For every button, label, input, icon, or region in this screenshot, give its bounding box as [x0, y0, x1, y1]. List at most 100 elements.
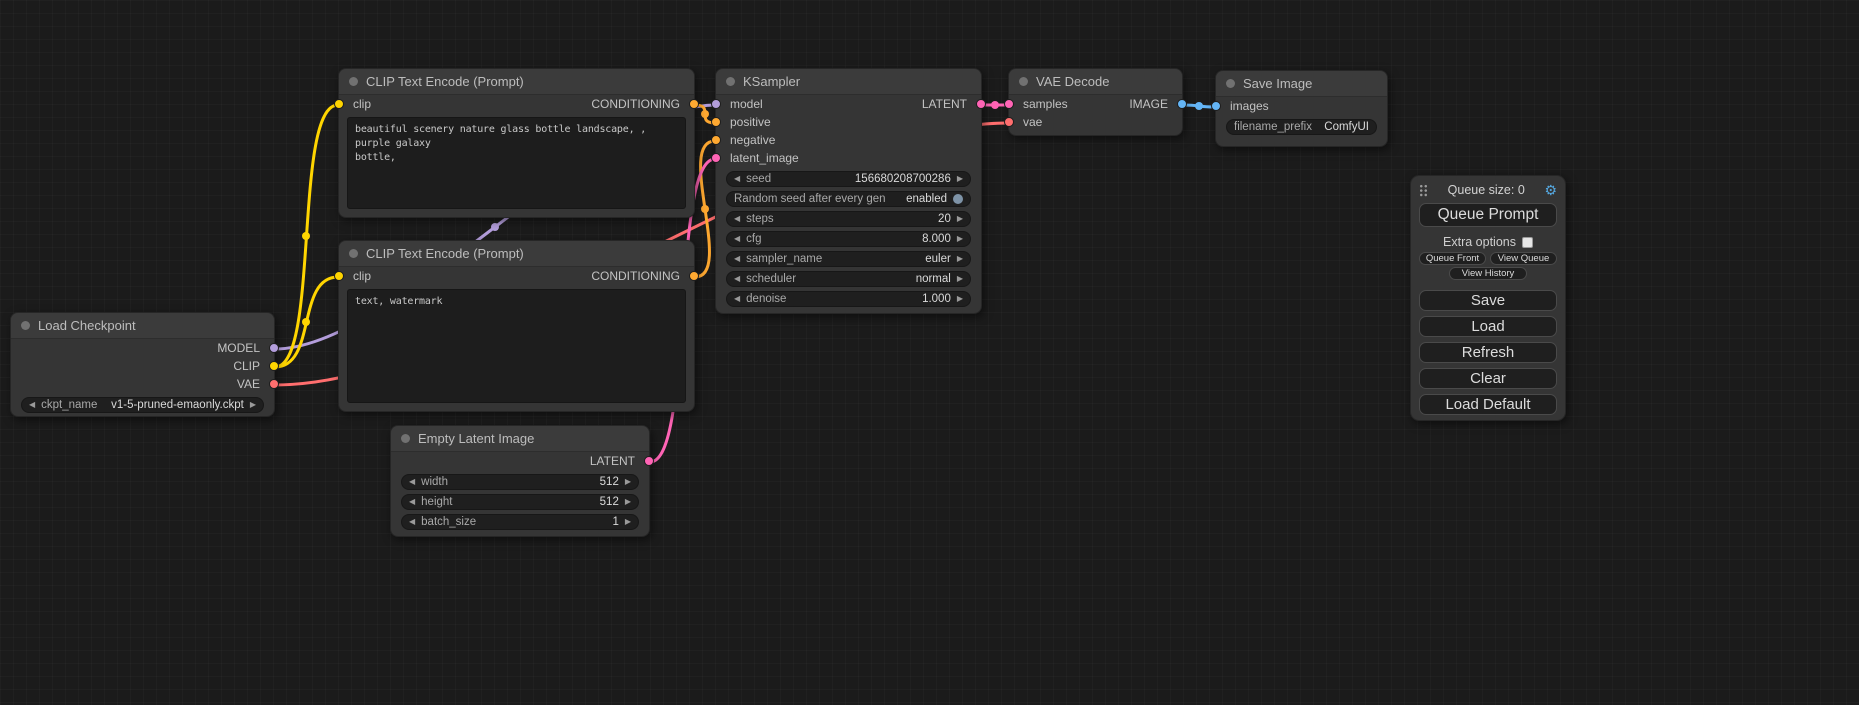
node-title-bar[interactable]: CLIP Text Encode (Prompt) — [339, 241, 694, 267]
denoise-widget[interactable]: ◀ denoise 1.000 ▶ — [726, 291, 971, 307]
collapse-dot-icon[interactable] — [726, 77, 735, 86]
height-widget[interactable]: ◀ height 512 ▶ — [401, 494, 639, 510]
conditioning-output-slot[interactable] — [689, 99, 699, 109]
slot-row: vae — [1009, 113, 1182, 131]
prompt-textarea[interactable]: beautiful scenery nature glass bottle la… — [347, 117, 686, 209]
view-queue-button[interactable]: View Queue — [1490, 252, 1557, 265]
node-title-bar[interactable]: Save Image — [1216, 71, 1387, 97]
positive-input-slot[interactable] — [711, 117, 721, 127]
scheduler-widget[interactable]: ◀ scheduler normal ▶ — [726, 271, 971, 287]
negative-input-slot[interactable] — [711, 135, 721, 145]
clip-output-slot[interactable] — [269, 361, 279, 371]
comfyui-canvas[interactable]: { "colors": { "MODEL": "#B39DDB", "CLIP"… — [0, 0, 1859, 705]
increment-icon[interactable]: ▶ — [957, 255, 963, 263]
increment-icon[interactable]: ▶ — [625, 478, 631, 486]
widget-value: 20 — [938, 213, 951, 225]
drag-handle-icon[interactable] — [1419, 184, 1428, 197]
node-title: VAE Decode — [1036, 74, 1109, 89]
refresh-button[interactable]: Refresh — [1419, 342, 1557, 363]
load-default-button[interactable]: Load Default — [1419, 394, 1557, 415]
decrement-icon[interactable]: ◀ — [409, 518, 415, 526]
collapse-dot-icon[interactable] — [349, 249, 358, 258]
clip-input-slot[interactable] — [334, 99, 344, 109]
width-widget[interactable]: ◀ width 512 ▶ — [401, 474, 639, 490]
toggle-dot-icon[interactable] — [953, 194, 963, 204]
conditioning-output-slot[interactable] — [689, 271, 699, 281]
increment-icon[interactable]: ▶ — [957, 175, 963, 183]
random-seed-toggle-widget[interactable]: Random seed after every gen enabled — [726, 191, 971, 207]
slot-row: positive — [716, 113, 981, 131]
load-button[interactable]: Load — [1419, 316, 1557, 337]
clip-input-slot[interactable] — [334, 271, 344, 281]
decrement-icon[interactable]: ◀ — [734, 275, 740, 283]
collapse-dot-icon[interactable] — [401, 434, 410, 443]
node-title-bar[interactable]: Empty Latent Image — [391, 426, 649, 452]
cfg-widget[interactable]: ◀ cfg 8.000 ▶ — [726, 231, 971, 247]
node-title-bar[interactable]: Load Checkpoint — [11, 313, 274, 339]
images-input-slot[interactable] — [1211, 101, 1221, 111]
decrement-icon[interactable]: ◀ — [409, 498, 415, 506]
node-clip-text-encode-positive[interactable]: CLIP Text Encode (Prompt) clip CONDITION… — [338, 68, 695, 218]
widget-label: filename_prefix — [1234, 121, 1312, 133]
vae-input-slot[interactable] — [1004, 117, 1014, 127]
node-title-bar[interactable]: CLIP Text Encode (Prompt) — [339, 69, 694, 95]
increment-icon[interactable]: ▶ — [957, 275, 963, 283]
batch-size-widget[interactable]: ◀ batch_size 1 ▶ — [401, 514, 639, 530]
model-input-slot[interactable] — [711, 99, 721, 109]
decrement-icon[interactable]: ◀ — [734, 235, 740, 243]
sampler-name-widget[interactable]: ◀ sampler_name euler ▶ — [726, 251, 971, 267]
ckpt-name-widget[interactable]: ◀ ckpt_name v1-5-pruned-emaonly.ckpt ▶ — [21, 397, 264, 413]
increment-icon[interactable]: ▶ — [625, 498, 631, 506]
prompt-textarea[interactable]: text, watermark — [347, 289, 686, 403]
collapse-dot-icon[interactable] — [1019, 77, 1028, 86]
model-output-slot[interactable] — [269, 343, 279, 353]
increment-icon[interactable]: ▶ — [250, 401, 256, 409]
node-title: KSampler — [743, 74, 800, 89]
seed-widget[interactable]: ◀ seed 156680208700286 ▶ — [726, 171, 971, 187]
decrement-icon[interactable]: ◀ — [734, 215, 740, 223]
queue-front-button[interactable]: Queue Front — [1419, 252, 1486, 265]
widget-label: steps — [746, 213, 774, 225]
node-load-checkpoint[interactable]: Load Checkpoint MODEL CLIP VAE ◀ ckpt_na… — [10, 312, 275, 417]
filename-prefix-widget[interactable]: filename_prefix ComfyUI — [1226, 119, 1377, 135]
widget-label: height — [421, 496, 452, 508]
widget-label: ckpt_name — [41, 399, 97, 411]
image-output-slot[interactable] — [1177, 99, 1187, 109]
increment-icon[interactable]: ▶ — [957, 215, 963, 223]
node-ksampler[interactable]: KSampler model LATENT positive negative … — [715, 68, 982, 314]
widget-label: sampler_name — [746, 253, 822, 265]
queue-prompt-button[interactable]: Queue Prompt — [1419, 203, 1557, 227]
decrement-icon[interactable]: ◀ — [409, 478, 415, 486]
decrement-icon[interactable]: ◀ — [734, 175, 740, 183]
steps-widget[interactable]: ◀ steps 20 ▶ — [726, 211, 971, 227]
increment-icon[interactable]: ▶ — [957, 295, 963, 303]
node-title-bar[interactable]: VAE Decode — [1009, 69, 1182, 95]
node-empty-latent-image[interactable]: Empty Latent Image LATENT ◀ width 512 ▶ … — [390, 425, 650, 537]
collapse-dot-icon[interactable] — [1226, 79, 1235, 88]
increment-icon[interactable]: ▶ — [625, 518, 631, 526]
decrement-icon[interactable]: ◀ — [29, 401, 35, 409]
node-save-image[interactable]: Save Image images filename_prefix ComfyU… — [1215, 70, 1388, 147]
latent-output-slot[interactable] — [644, 456, 654, 466]
collapse-dot-icon[interactable] — [349, 77, 358, 86]
increment-icon[interactable]: ▶ — [957, 235, 963, 243]
save-button[interactable]: Save — [1419, 290, 1557, 311]
output-label: MODEL — [217, 341, 260, 355]
clear-button[interactable]: Clear — [1419, 368, 1557, 389]
view-history-button[interactable]: View History — [1449, 267, 1527, 280]
settings-gear-icon[interactable]: ⚙ — [1544, 183, 1557, 197]
node-clip-text-encode-negative[interactable]: CLIP Text Encode (Prompt) clip CONDITION… — [338, 240, 695, 412]
extra-options-checkbox[interactable] — [1522, 237, 1533, 248]
latent-image-input-slot[interactable] — [711, 153, 721, 163]
vae-output-slot[interactable] — [269, 379, 279, 389]
collapse-dot-icon[interactable] — [21, 321, 30, 330]
link-dot — [1195, 102, 1203, 110]
node-vae-decode[interactable]: VAE Decode samples IMAGE vae — [1008, 68, 1183, 136]
samples-input-slot[interactable] — [1004, 99, 1014, 109]
widget-label: batch_size — [421, 516, 476, 528]
latent-output-slot[interactable] — [976, 99, 986, 109]
widget-label: Random seed after every gen — [734, 193, 886, 205]
decrement-icon[interactable]: ◀ — [734, 255, 740, 263]
node-title-bar[interactable]: KSampler — [716, 69, 981, 95]
decrement-icon[interactable]: ◀ — [734, 295, 740, 303]
